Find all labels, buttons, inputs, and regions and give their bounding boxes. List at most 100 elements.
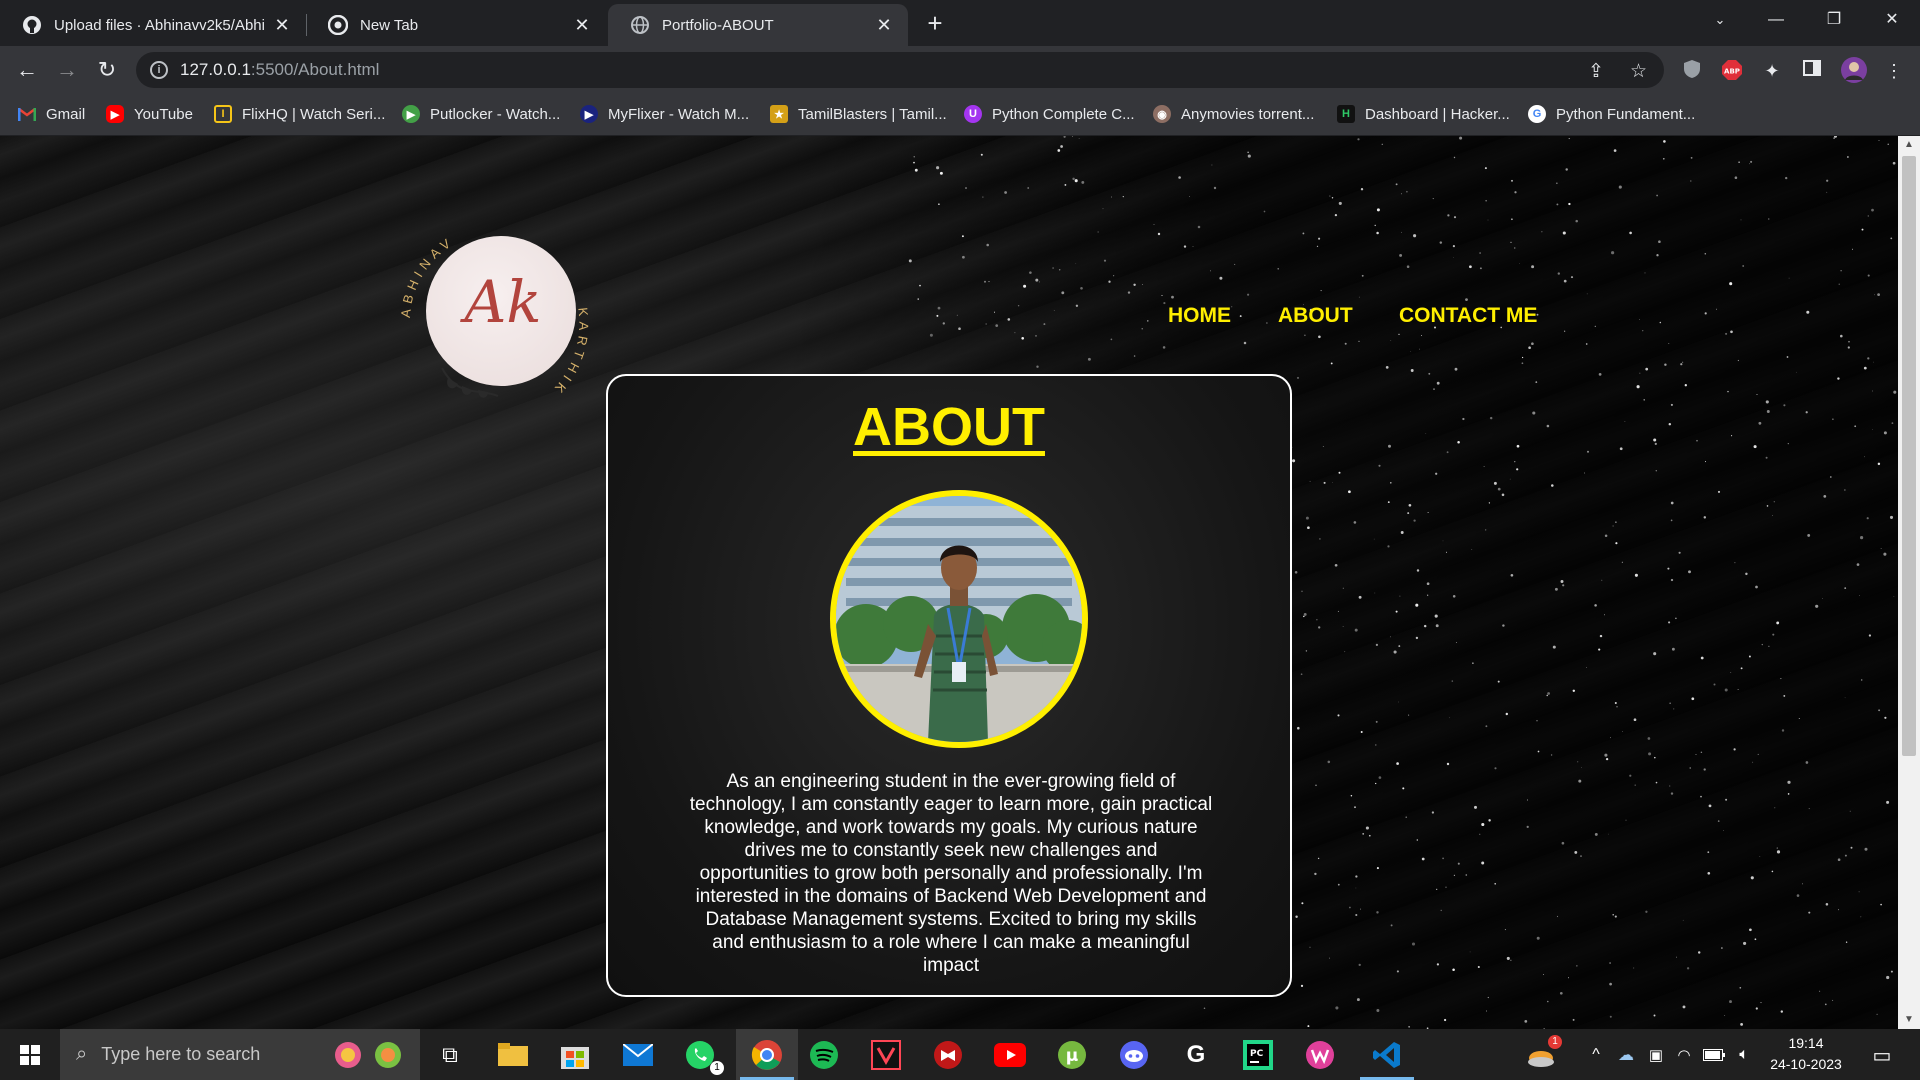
tab-title: Upload files · Abhinavv2k5/Abhi — [54, 16, 265, 34]
logo-top-text: ABHINAV — [398, 233, 452, 318]
myflixer-icon: ▶ — [580, 105, 598, 123]
shield-extension-icon[interactable] — [1680, 59, 1704, 83]
wondershare-icon[interactable] — [1302, 1037, 1338, 1073]
bookmark-hackerrank[interactable]: H Dashboard | Hacker... — [1337, 103, 1510, 125]
nav-contact-link[interactable]: CONTACT ME — [1399, 304, 1537, 328]
search-placeholder: Type here to search — [101, 1044, 261, 1064]
scrollbar-thumb[interactable] — [1902, 156, 1916, 756]
mail-icon[interactable] — [620, 1037, 656, 1073]
bookmark-star-icon[interactable]: ☆ — [1630, 60, 1647, 83]
svg-text:KARTHIK: KARTHIK — [549, 307, 592, 400]
weather-icon[interactable]: 1 — [1524, 1035, 1562, 1073]
close-icon[interactable]: ✕ — [874, 15, 894, 36]
about-heading: ABOUT — [853, 397, 1045, 457]
tab-portfolio-about[interactable]: Portfolio-ABOUT ✕ — [608, 4, 908, 46]
svg-text:ABHINAV: ABHINAV — [398, 233, 457, 318]
site-logo[interactable]: Ak ABHINAV KARTHIK — [398, 228, 598, 428]
bookmark-label: FlixHQ | Watch Seri... — [242, 105, 386, 123]
notification-center-icon[interactable]: ▭ — [1864, 1037, 1900, 1073]
back-arrow-icon[interactable]: ← — [12, 55, 42, 85]
bookmark-label: YouTube — [134, 105, 193, 123]
extensions-puzzle-icon[interactable]: ✦ — [1760, 59, 1784, 83]
clock-date[interactable]: 24-10-2023 — [1758, 1056, 1854, 1072]
close-icon[interactable]: ✕ — [572, 15, 592, 36]
chrome-icon — [328, 15, 348, 35]
file-explorer-icon[interactable] — [495, 1037, 531, 1073]
bookmark-label: Gmail — [46, 105, 86, 123]
nav-about-link[interactable]: ABOUT — [1278, 304, 1353, 328]
side-panel-icon[interactable] — [1800, 59, 1824, 83]
bookmark-flixhq[interactable]: I FlixHQ | Watch Seri... — [214, 103, 385, 125]
browser-toolbar: ← → ↻ i 127.0.0.1:5500/About.html ⇪ ☆ AB… — [0, 46, 1920, 94]
bookmark-putlocker[interactable]: ▶ Putlocker - Watch... — [402, 103, 560, 125]
tab-new-tab[interactable]: New Tab ✕ — [306, 4, 606, 46]
anymovies-icon: ◉ — [1153, 105, 1171, 123]
share-icon[interactable]: ⇪ — [1588, 60, 1604, 83]
youtube-app-icon[interactable] — [992, 1037, 1028, 1073]
svg-text:ABP: ABP — [1724, 68, 1740, 76]
youtube-icon: ▶ — [106, 105, 124, 123]
search-icon: ⌕ — [76, 1043, 88, 1065]
bookmark-myflixer[interactable]: ▶ MyFlixer - Watch M... — [580, 103, 749, 125]
page-scrollbar[interactable]: ▲ ▼ — [1898, 136, 1920, 1029]
logitech-g-icon[interactable]: G — [1178, 1037, 1214, 1073]
weather-badge: 1 — [1548, 1035, 1562, 1049]
url-path: :5500/About.html — [250, 60, 380, 79]
microsoft-store-icon[interactable] — [557, 1037, 593, 1073]
forward-arrow-icon[interactable]: → — [52, 55, 82, 85]
bookmark-tamilblasters[interactable]: ★ TamilBlasters | Tamil... — [770, 103, 947, 125]
bookmark-python-fundamentals[interactable]: G Python Fundament... — [1528, 103, 1695, 125]
profile-photo — [830, 490, 1088, 748]
github-icon — [22, 15, 42, 35]
spotify-icon[interactable] — [806, 1037, 842, 1073]
profile-photo-illustration — [836, 496, 1082, 742]
bookmark-label: Python Complete C... — [992, 105, 1135, 123]
pycharm-icon[interactable]: PC — [1240, 1037, 1276, 1073]
site-info-icon[interactable]: i — [150, 61, 168, 79]
bookmark-anymovies[interactable]: ◉ Anymovies torrent... — [1153, 103, 1314, 125]
discord-icon[interactable] — [1116, 1037, 1152, 1073]
scroll-up-arrow-icon[interactable]: ▲ — [1898, 136, 1920, 154]
window-close-icon[interactable]: ✕ — [1864, 0, 1920, 40]
restore-icon[interactable]: ❐ — [1806, 0, 1862, 40]
utorrent-icon[interactable]: µ — [1054, 1037, 1090, 1073]
adblock-plus-icon[interactable]: ABP — [1720, 59, 1744, 83]
volume-icon[interactable]: 🔈︎ — [1726, 1037, 1762, 1073]
about-card: ABOUT As an engineering student in the e… — [606, 374, 1292, 997]
bookmark-label: Python Fundament... — [1556, 105, 1696, 123]
logo-ring-text: ABHINAV KARTHIK — [398, 233, 592, 400]
bookmark-gmail[interactable]: Gmail — [18, 103, 85, 125]
browser-menu-icon[interactable]: ⋮ — [1882, 59, 1906, 83]
about-description: As an engineering student in the ever-gr… — [689, 771, 1213, 976]
nav-home-link[interactable]: HOME — [1168, 304, 1231, 328]
reload-icon[interactable]: ↻ — [92, 55, 122, 85]
new-tab-button[interactable]: + — [920, 8, 950, 38]
bookmark-youtube[interactable]: ▶ YouTube — [106, 103, 193, 125]
tab-github-upload[interactable]: Upload files · Abhinavv2k5/Abhi ✕ — [0, 4, 306, 46]
vscode-icon — [1369, 1037, 1405, 1073]
search-highlight-icon — [330, 1039, 410, 1076]
scroll-down-arrow-icon[interactable]: ▼ — [1898, 1011, 1920, 1029]
tab-search-chevron-icon[interactable]: ⌄ — [1692, 0, 1748, 40]
flixhq-icon: I — [214, 105, 232, 123]
bookmark-python-complete[interactable]: U Python Complete C... — [964, 103, 1135, 125]
clock-time[interactable]: 19:14 — [1758, 1035, 1854, 1051]
taskbar-search-box[interactable]: ⌕ Type here to search — [60, 1029, 420, 1080]
tamilblasters-icon: ★ — [770, 105, 788, 123]
tab-strip: Upload files · Abhinavv2k5/Abhi ✕ New Ta… — [0, 0, 1920, 46]
bookmarks-bar: Gmail ▶ YouTube I FlixHQ | Watch Seri...… — [0, 94, 1920, 136]
mcafee-icon[interactable] — [930, 1037, 966, 1073]
address-bar[interactable]: i 127.0.0.1:5500/About.html ⇪ ☆ — [136, 52, 1664, 88]
whatsapp-icon[interactable]: 1 — [682, 1037, 724, 1075]
valorant-icon[interactable] — [868, 1037, 904, 1073]
chrome-taskbar-button[interactable] — [736, 1029, 798, 1080]
minimize-icon[interactable]: — — [1748, 0, 1804, 40]
bookmark-label: Anymovies torrent... — [1181, 105, 1315, 123]
windows-taskbar: ⌕ Type here to search ⧉ 1 µ G PC 1 ^ ☁ ▣… — [0, 1029, 1920, 1080]
vscode-taskbar-button[interactable] — [1356, 1029, 1418, 1080]
task-view-icon[interactable]: ⧉ — [432, 1037, 468, 1073]
close-icon[interactable]: ✕ — [272, 15, 292, 36]
logo-side-text: KARTHIK — [549, 307, 587, 400]
windows-start-icon[interactable] — [12, 1037, 48, 1073]
profile-avatar[interactable] — [1840, 56, 1867, 83]
